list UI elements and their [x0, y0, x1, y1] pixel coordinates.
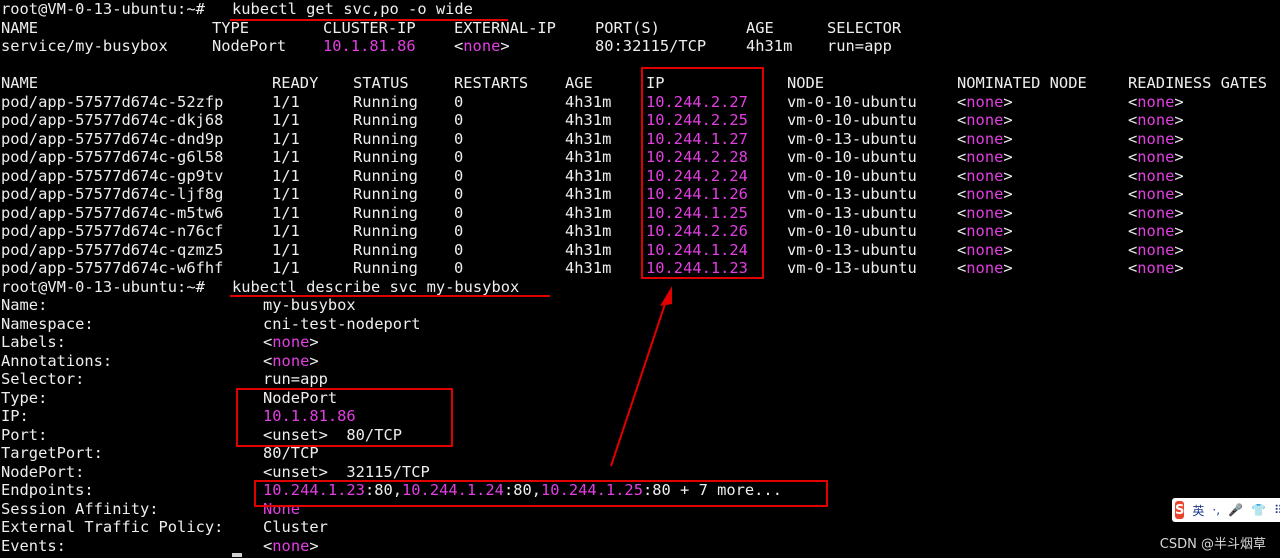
sogou-logo-icon: S: [1175, 501, 1185, 519]
ime-toolbar[interactable]: S 英 ·, 🎤 👕 ⠿: [1172, 498, 1280, 522]
microphone-icon[interactable]: 🎤: [1228, 503, 1243, 517]
ime-language-toggle[interactable]: 英: [1192, 502, 1204, 519]
grid-menu-icon[interactable]: ⠿: [1274, 503, 1280, 517]
terminal-cursor: [232, 553, 242, 557]
ime-punctuation-icon[interactable]: ·,: [1212, 503, 1220, 517]
skin-icon[interactable]: 👕: [1251, 503, 1266, 517]
red-arrow-icon: [610, 286, 672, 467]
watermark: CSDN @半斗烟草: [1159, 537, 1266, 552]
